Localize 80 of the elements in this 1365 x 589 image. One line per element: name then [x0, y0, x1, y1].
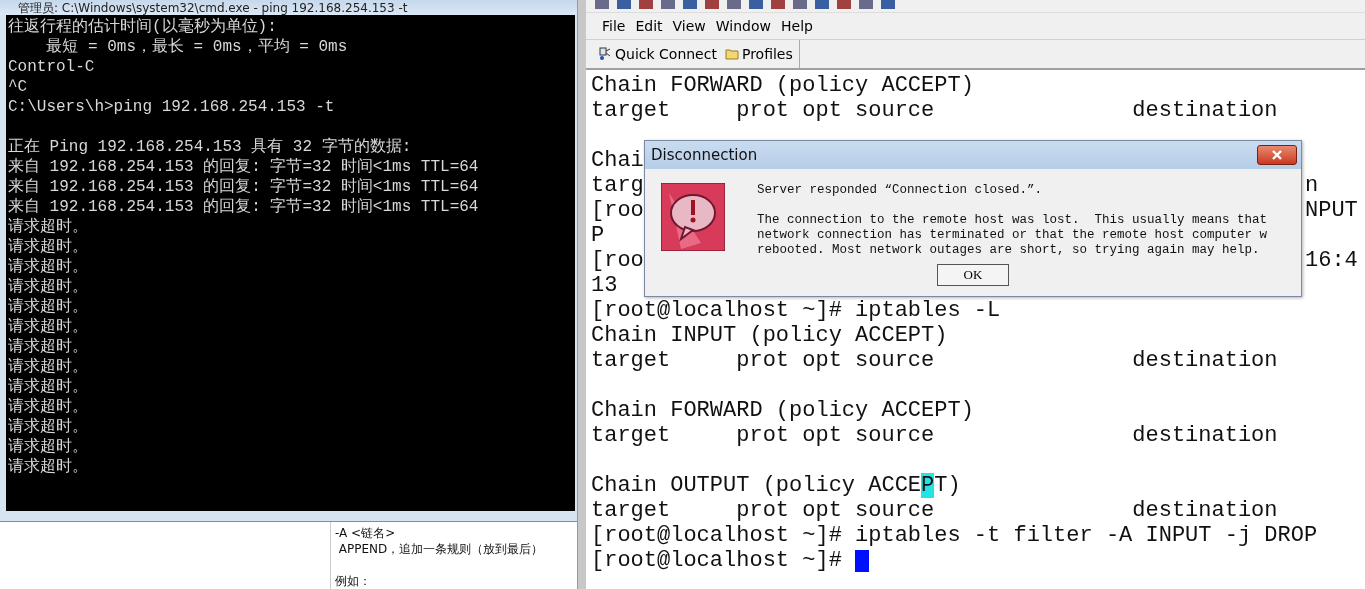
terminal-line: [roo [591, 198, 644, 223]
dialog-message: The connection to the remote host was lost. This usually means that [757, 213, 1268, 228]
window-title: 管理员: C:\Windows\system32\cmd.exe - ping 192.168.254.153 -t [0, 0, 577, 15]
toolbar-icon[interactable] [858, 0, 874, 10]
console-line: 请求超时。 [8, 457, 88, 476]
connect-icon [598, 47, 612, 61]
terminal-line: [root@localhost ~]# iptables -t filter -A INPUT -j DROP [591, 523, 1318, 548]
terminal-line: target prot opt source destination [591, 423, 1278, 448]
console-line: 请求超时。 [8, 297, 88, 316]
close-button[interactable] [1257, 145, 1297, 165]
toolbar-icon[interactable] [638, 0, 654, 10]
console-line: 请求超时。 [8, 257, 88, 276]
console-line: 请求超时。 [8, 437, 88, 456]
terminal-line: P [591, 223, 605, 248]
console-line: 请求超时。 [8, 357, 88, 376]
terminal-line: [root@localhost ~]# iptables -L [591, 298, 1001, 323]
toolbar-button[interactable]: Quick Connect [596, 44, 719, 64]
terminal-line: Chain FORWARD (policy ACCEPT) [591, 398, 974, 423]
close-icon [1271, 150, 1283, 160]
terminal-line: Chain INPUT (policy ACCEPT) [591, 323, 948, 348]
terminal-line: Chain OUTPUT (policy ACCE [591, 473, 922, 498]
toolbar-button[interactable]: Profiles [722, 44, 795, 64]
console-line: 请求超时。 [8, 237, 88, 256]
toolbar-icon[interactable] [704, 0, 720, 10]
console-line: 往返行程的估计时间(以毫秒为单位): [8, 17, 277, 36]
console-line: 请求超时。 [8, 277, 88, 296]
menu-item[interactable]: Window [715, 18, 771, 34]
note-text: -A <链名> [335, 526, 396, 540]
terminal-line: n [1305, 173, 1320, 198]
terminal-line: target prot opt source destination [591, 98, 1278, 123]
highlighted-character: P [921, 473, 935, 498]
toolbar-icon[interactable] [880, 0, 896, 10]
toolbar-icon[interactable] [660, 0, 676, 10]
console-line: 来自 192.168.254.153 的回复: 字节=32 时间<1ms TTL=64 [8, 157, 479, 176]
terminal-line: NPUT [1305, 198, 1359, 223]
console-line: 请求超时。 [8, 337, 88, 356]
console-line: 请求超时。 [8, 417, 88, 436]
toolbar-icon[interactable] [726, 0, 742, 10]
toolbar-icon[interactable] [748, 0, 764, 10]
toolbar-icon[interactable] [594, 0, 610, 10]
console-line: C:\Users\h>ping 192.168.254.153 -t [8, 97, 335, 116]
note-text: 例如： [335, 574, 371, 588]
warning-icon [661, 183, 725, 251]
console-line: ^C [8, 77, 28, 96]
toolbar-icon[interactable] [814, 0, 830, 10]
console-line: Control-C [8, 57, 95, 76]
terminal-line: [roo [591, 248, 644, 273]
toolbar-icon[interactable] [616, 0, 632, 10]
console-line: 请求超时。 [8, 377, 88, 396]
menu-item[interactable]: Help [781, 18, 813, 34]
menu-item[interactable]: Edit [635, 18, 663, 34]
toolbar-icon[interactable] [792, 0, 808, 10]
console-line: 来自 192.168.254.153 的回复: 字节=32 时间<1ms TTL=64 [8, 177, 479, 196]
terminal-line: 13 [591, 273, 618, 298]
toolbar-icon[interactable] [770, 0, 786, 10]
terminal-line: Chai [591, 148, 644, 173]
console-line: 正在 Ping 192.168.254.153 具有 32 字节的数据: [8, 137, 412, 156]
menu-item[interactable]: File [602, 18, 626, 34]
terminal-line: Chain FORWARD (policy ACCEPT) [591, 73, 974, 98]
note-text: APPEND，追加一条规则（放到最后） [337, 542, 544, 556]
ok-button[interactable]: OK [937, 264, 1009, 286]
toolbar-icon[interactable] [836, 0, 852, 10]
console-line: 来自 192.168.254.153 的回复: 字节=32 时间<1ms TTL=64 [8, 197, 479, 216]
console-line: 最短 = 0ms，最长 = 0ms，平均 = 0ms [45, 37, 348, 56]
folder-icon [724, 48, 739, 60]
dialog-message: network connection has terminated or that the remote host computer w [757, 228, 1268, 243]
terminal-line: target prot opt source destination [591, 348, 1278, 373]
terminal-line: 16:4 [1305, 248, 1359, 273]
terminal-line: T) [934, 473, 961, 498]
toolbar-icon[interactable] [682, 0, 698, 10]
terminal-line: target prot opt source destination [591, 498, 1278, 523]
terminal-prompt: [root@localhost ~]# [591, 548, 843, 573]
terminal-line: targ [591, 173, 644, 198]
console-line: 请求超时。 [8, 317, 88, 336]
dialog-message: rebooted. Most network outages are short, so trying again may help. [757, 243, 1261, 258]
console-line: 请求超时。 [8, 217, 88, 236]
dialog-message: Server responded “Connection closed.”. [757, 183, 1044, 198]
menu-item[interactable]: View [672, 18, 706, 34]
dialog-title: Disconnection [651, 146, 758, 164]
console-line: 请求超时。 [8, 397, 88, 416]
